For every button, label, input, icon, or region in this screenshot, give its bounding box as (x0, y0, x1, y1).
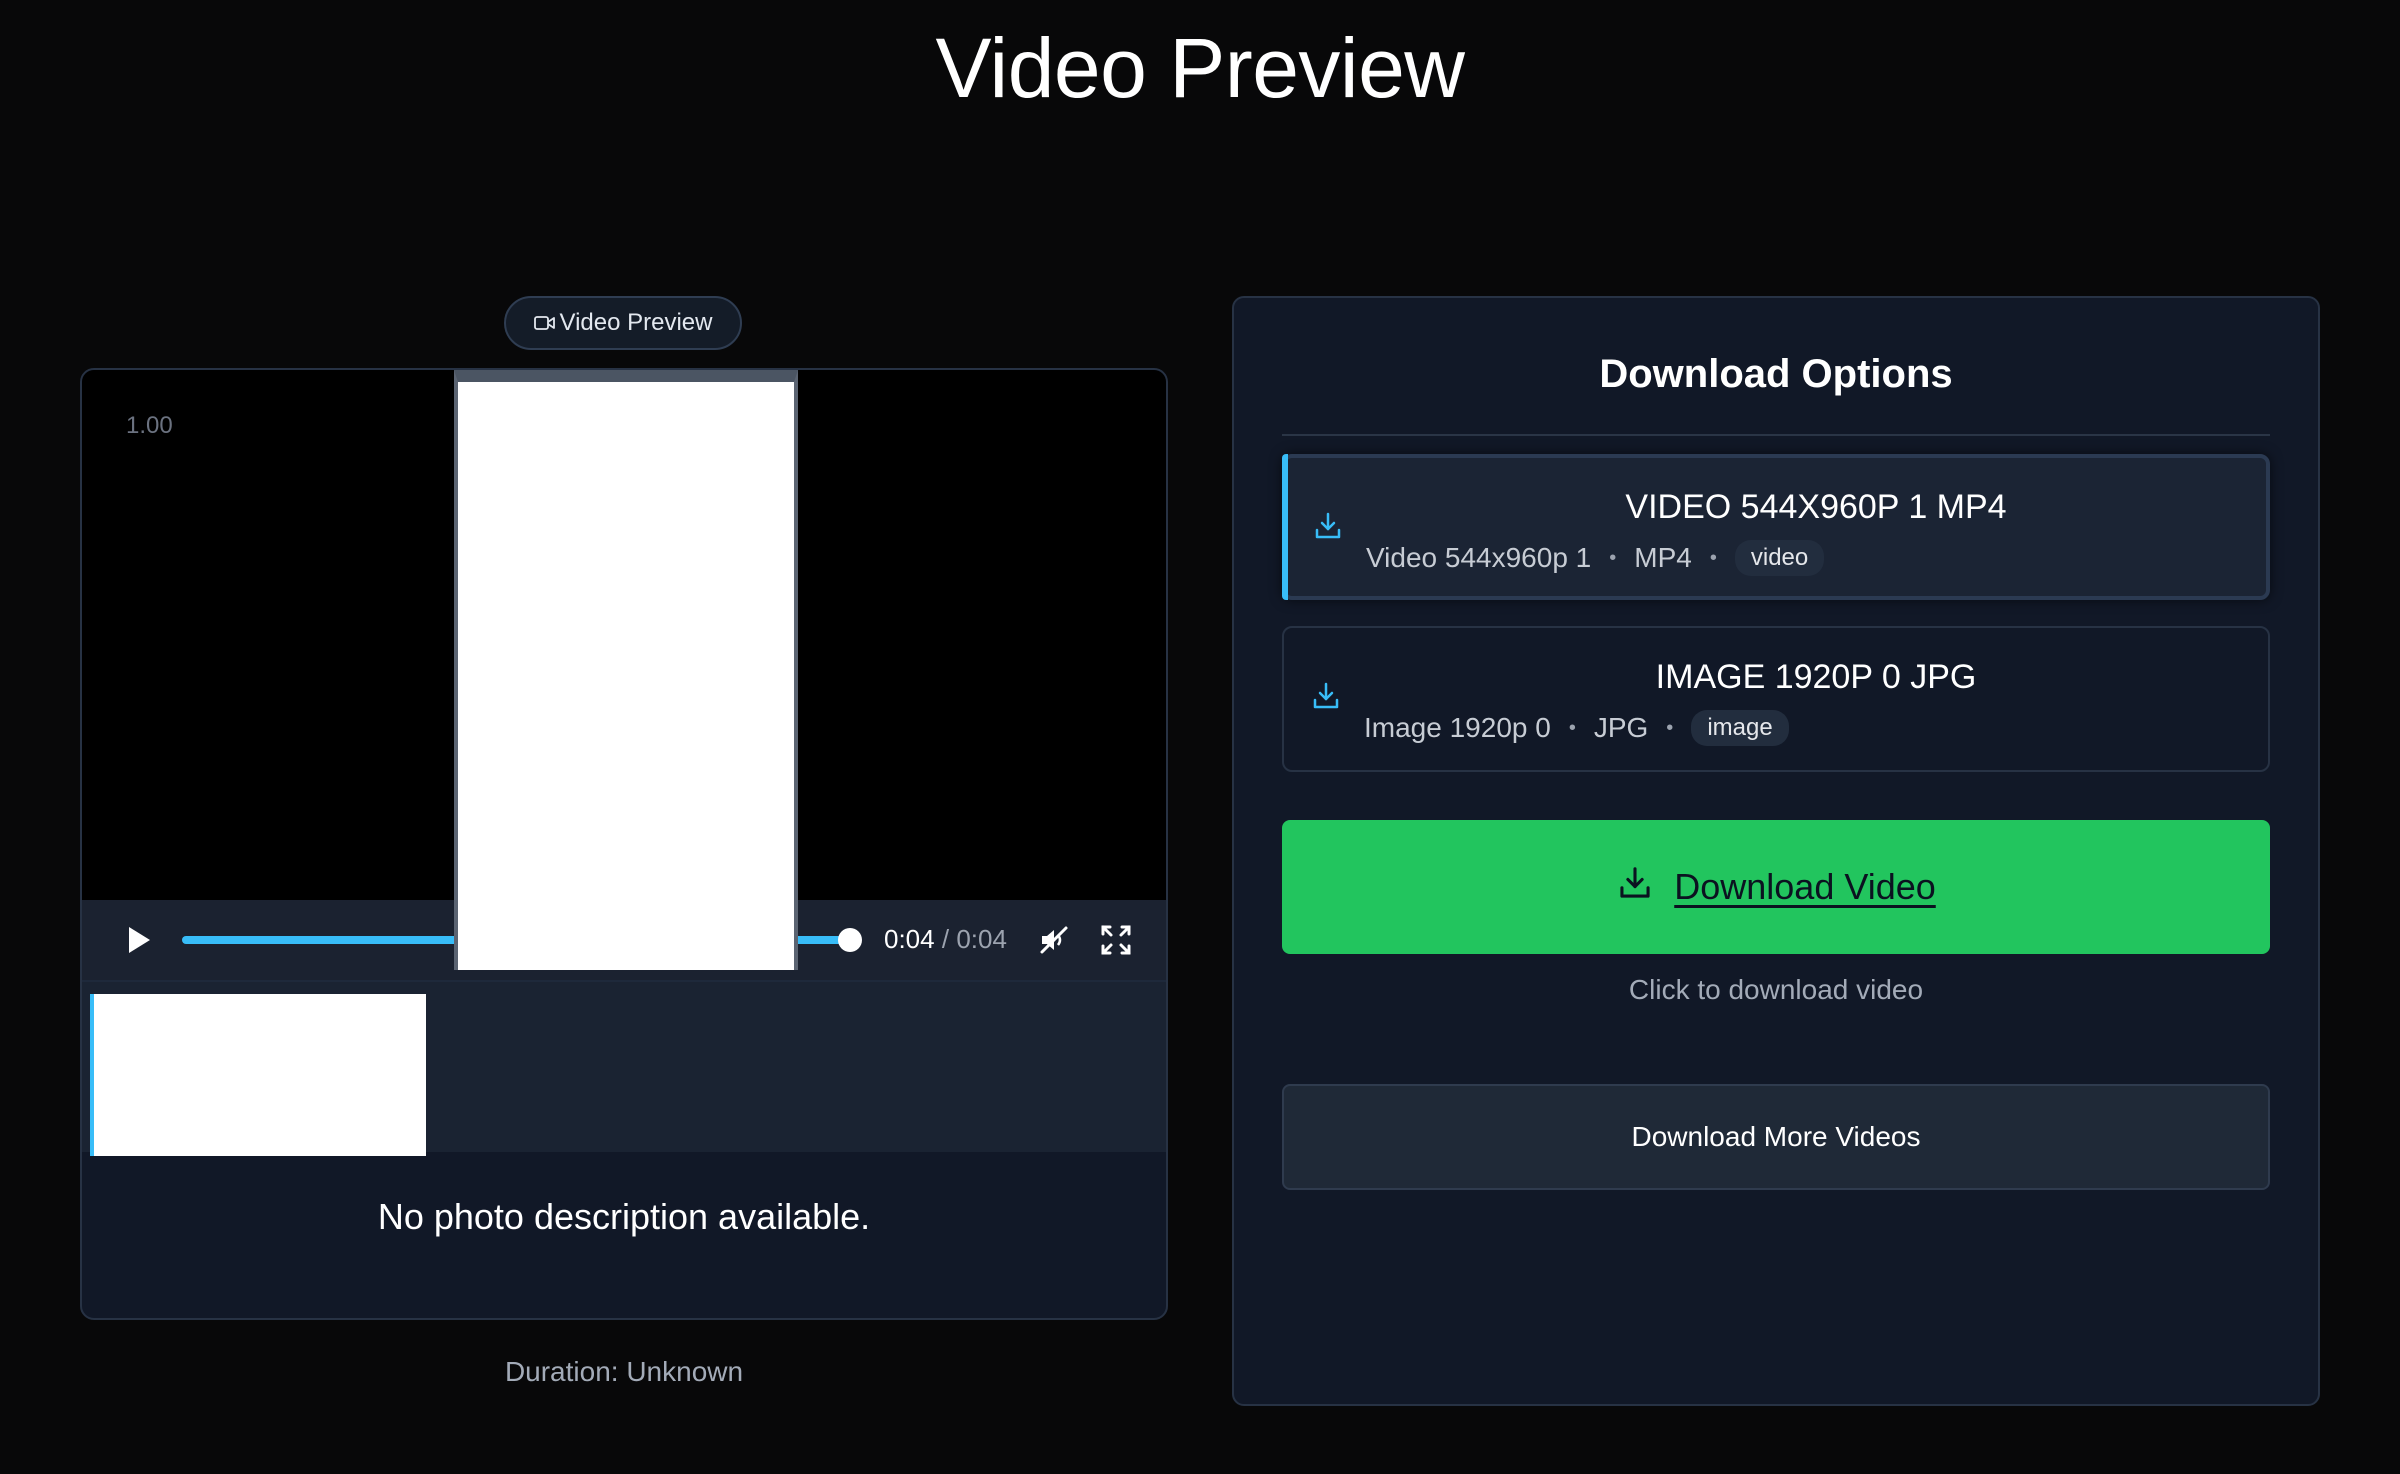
option-type-tag: video (1734, 540, 1825, 576)
volume-muted-icon[interactable] (1036, 922, 1072, 958)
download-options-panel: Download Options VIDEO 544X960P 1 MP4 Vi… (1232, 296, 2320, 1406)
download-options-title: Download Options (1599, 352, 1953, 396)
time-separator: / (941, 924, 950, 954)
option-title: VIDEO 544X960P 1 MP4 (1625, 488, 2007, 526)
time-total: 0:04 (956, 924, 1007, 954)
meta-separator: • (1568, 716, 1576, 739)
option-type-tag: image (1691, 710, 1789, 746)
divider (1282, 434, 2270, 436)
fullscreen-icon[interactable] (1098, 922, 1134, 958)
download-video-button[interactable]: Download Video (1282, 820, 2270, 954)
option-meta: Image 1920p 0 • JPG • image (1364, 710, 1789, 746)
option-name: Image 1920p 0 (1364, 712, 1551, 743)
option-format: JPG (1593, 712, 1649, 743)
option-meta: Video 544x960p 1 • MP4 • video (1366, 540, 1825, 576)
photo-description: No photo description available. (377, 1196, 871, 1237)
page-title: Video Preview (935, 21, 1465, 115)
play-icon[interactable] (120, 922, 156, 958)
download-hint: Click to download video (1628, 974, 1924, 1005)
download-icon (1310, 680, 1342, 712)
meta-separator: • (1709, 546, 1717, 569)
progress-knob[interactable] (838, 928, 862, 952)
download-video-label: Download Video (1674, 866, 1936, 907)
thumbnail-selected[interactable] (90, 994, 426, 1156)
video-preview-badge-label: Video Preview (559, 309, 713, 336)
download-icon (1616, 864, 1654, 911)
video-camera-icon (533, 314, 556, 332)
playback-speed[interactable]: 1.00 (126, 412, 173, 440)
download-option-video[interactable]: VIDEO 544X960P 1 MP4 Video 544x960p 1 • … (1282, 454, 2270, 600)
option-name: Video 544x960p 1 (1366, 542, 1592, 573)
video-frame (454, 370, 798, 970)
download-icon (1312, 510, 1344, 542)
thumbnail-strip (82, 982, 1166, 1156)
video-card: 1.00 0:04 / 0:04 No photo description av… (80, 368, 1168, 1320)
download-more-videos-button[interactable]: Download More Videos (1282, 1084, 2270, 1190)
video-player[interactable]: 1.00 0:04 / 0:04 (82, 370, 1166, 982)
page: Video Preview Video Preview 1.00 0:04 / … (0, 0, 2400, 1474)
download-option-image[interactable]: IMAGE 1920P 0 JPG Image 1920p 0 • JPG • … (1282, 626, 2270, 772)
option-title: IMAGE 1920P 0 JPG (1655, 658, 1977, 696)
option-format: MP4 (1634, 542, 1692, 573)
duration-text: Duration: Unknown (504, 1356, 744, 1387)
meta-separator: • (1609, 546, 1617, 569)
time-current: 0:04 (884, 924, 935, 954)
video-preview-badge: Video Preview (504, 296, 742, 350)
time-readout: 0:04 / 0:04 (884, 924, 1007, 955)
meta-separator: • (1666, 716, 1674, 739)
